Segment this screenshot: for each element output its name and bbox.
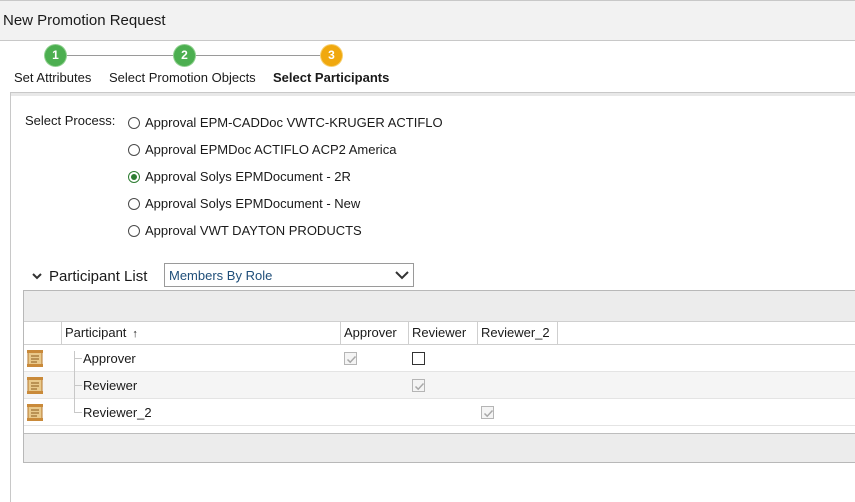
reviewer-checkbox-disabled-checked [412, 379, 425, 392]
radio-button-selected[interactable] [128, 170, 140, 183]
step-1-label[interactable]: Set Attributes [14, 70, 91, 85]
process-option[interactable]: Approval VWT DAYTON PRODUCTS [128, 217, 443, 244]
process-option[interactable]: Approval Solys EPMDocument - New [128, 190, 443, 217]
participant-name: Reviewer [83, 378, 138, 393]
process-option[interactable]: Approval EPMDoc ACTIFLO ACP2 America [128, 136, 443, 163]
participant-view-value[interactable]: Members By Role [169, 268, 272, 283]
participant-name: Approver [83, 351, 136, 366]
table-row[interactable]: Approver [24, 345, 855, 372]
role-scroll-icon [27, 350, 43, 367]
process-option-label[interactable]: Approval Solys EPMDocument - New [145, 196, 360, 211]
collapse-chevron-icon[interactable] [31, 270, 43, 282]
tree-connector [74, 351, 75, 372]
participant-table: Participant ↑ Approver Reviewer Reviewer_… [23, 290, 855, 463]
step-3-label[interactable]: Select Participants [273, 70, 389, 85]
table-row[interactable]: Reviewer_2 [24, 399, 855, 426]
process-option-label[interactable]: Approval Solys EPMDocument - 2R [145, 169, 351, 184]
process-option-label[interactable]: Approval VWT DAYTON PRODUCTS [145, 223, 362, 238]
step-2-label[interactable]: Select Promotion Objects [109, 70, 256, 85]
participant-list-header[interactable]: Participant List [31, 264, 147, 288]
process-option-label[interactable]: Approval EPM-CADDoc VWTC-KRUGER ACTIFLO [145, 115, 443, 130]
radio-button[interactable] [128, 197, 140, 210]
table-row[interactable]: Reviewer [24, 372, 855, 399]
select-process-label: Select Process: [25, 113, 116, 128]
chevron-down-icon[interactable] [391, 264, 413, 286]
column-header-participant-label: Participant [65, 325, 127, 340]
column-header-reviewer-2[interactable]: Reviewer_2 [478, 322, 558, 345]
approver-checkbox-disabled-checked [344, 352, 357, 365]
table-footer [24, 433, 855, 462]
radio-button[interactable] [128, 116, 140, 129]
step-connector [57, 55, 181, 56]
role-scroll-icon [27, 404, 43, 421]
process-option-label[interactable]: Approval EPMDoc ACTIFLO ACP2 America [145, 142, 396, 157]
process-option[interactable]: Approval EPM-CADDoc VWTC-KRUGER ACTIFLO [128, 109, 443, 136]
table-toolbar [24, 291, 855, 322]
step-2-indicator[interactable]: 2 [174, 45, 195, 66]
radio-button[interactable] [128, 224, 140, 237]
column-header-reviewer[interactable]: Reviewer [409, 322, 478, 345]
sort-ascending-icon[interactable]: ↑ [132, 328, 138, 340]
dialog-title-bar: New Promotion Request [0, 0, 855, 41]
wizard-steps: 1 2 3 Set Attributes Select Promotion Ob… [0, 41, 855, 91]
column-header-participant[interactable]: Participant ↑ [62, 322, 341, 345]
reviewer-checkbox[interactable] [412, 352, 425, 365]
reviewer-2-checkbox-disabled-checked [481, 406, 494, 419]
dialog-title: New Promotion Request [3, 12, 166, 29]
role-scroll-icon [27, 377, 43, 394]
participant-view-select[interactable]: Members By Role [164, 263, 414, 287]
participants-panel: Select Process: Approval EPM-CADDoc VWTC… [10, 92, 855, 502]
tree-connector [74, 399, 75, 413]
table-header-row: Participant ↑ Approver Reviewer Reviewer_… [24, 322, 855, 345]
column-header-approver[interactable]: Approver [341, 322, 409, 345]
radio-button[interactable] [128, 143, 140, 156]
process-option[interactable]: Approval Solys EPMDocument - 2R [128, 163, 443, 190]
tree-connector [74, 412, 82, 413]
tree-connector [74, 385, 82, 386]
process-radio-group: Approval EPM-CADDoc VWTC-KRUGER ACTIFLO … [128, 109, 443, 244]
tree-connector [74, 358, 82, 359]
participant-name: Reviewer_2 [83, 405, 152, 420]
step-3-indicator[interactable]: 3 [321, 45, 342, 66]
participant-list-title: Participant List [49, 267, 148, 285]
icon-column-header [24, 322, 62, 345]
step-connector [195, 55, 322, 56]
step-1-indicator[interactable]: 1 [45, 45, 66, 66]
